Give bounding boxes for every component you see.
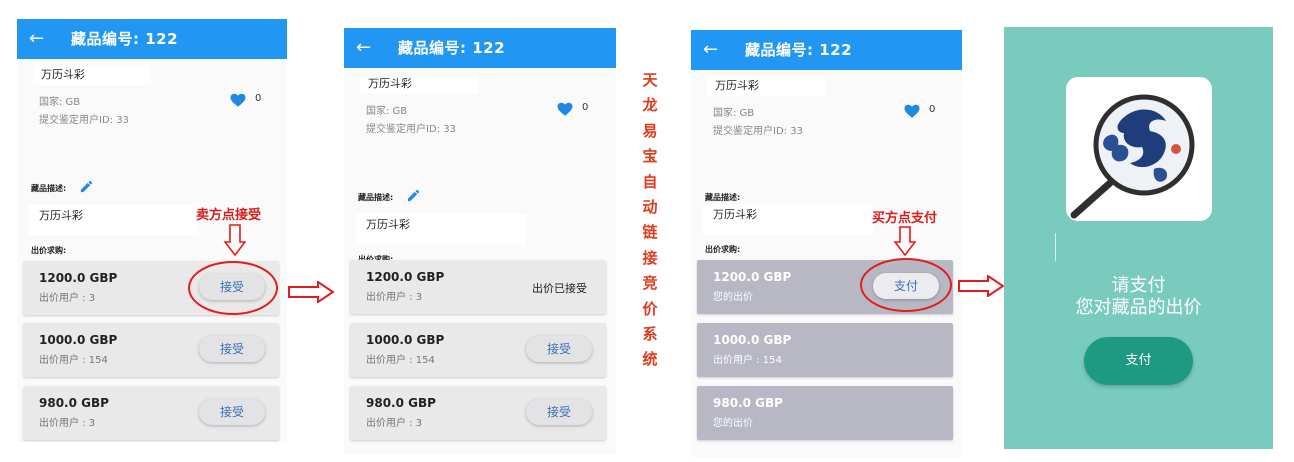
item-country: 国家: GB xyxy=(366,106,408,117)
accept-button[interactable]: 接受 xyxy=(526,399,592,425)
offer-row: 980.0 GBP 您的出价 xyxy=(697,386,953,440)
item-name: 万历斗彩 xyxy=(360,74,478,94)
offer-row: 1000.0 GBP 出价用户 : 154 xyxy=(697,323,953,377)
item-submitter: 提交鉴定用户ID: 33 xyxy=(366,124,456,135)
accept-button[interactable]: 接受 xyxy=(199,399,265,425)
offers-label: 出价求购: xyxy=(31,246,67,255)
offer-price: 1000.0 GBP xyxy=(713,333,792,347)
offer-price: 1200.0 GBP xyxy=(39,271,118,285)
screen-payment: 请支付 您对藏品的出价 支付 xyxy=(1004,27,1273,449)
offer-user: 出价用户 : 3 xyxy=(366,418,423,429)
offer-user: 出价用户 : 3 xyxy=(366,292,423,303)
magnifier-dragon-logo xyxy=(1070,94,1195,219)
offer-user: 您的出价 xyxy=(713,418,753,429)
offer-price: 1200.0 GBP xyxy=(366,270,445,284)
item-country: 国家: GB xyxy=(713,108,755,119)
edit-pencil-icon[interactable] xyxy=(406,188,421,203)
heart-icon[interactable] xyxy=(903,102,921,120)
screen-buyer-pay: ← 藏品编号: 122 万历斗彩 国家: GB 提交鉴定用户ID: 33 0 藏… xyxy=(691,30,962,457)
pay-button[interactable]: 支付 xyxy=(1084,337,1193,385)
like-count: 0 xyxy=(255,93,262,104)
highlight-circle xyxy=(860,258,952,312)
offer-user: 出价用户 : 154 xyxy=(366,355,435,366)
heart-icon[interactable] xyxy=(229,91,247,109)
back-arrow-icon[interactable]: ← xyxy=(29,27,44,51)
payment-prompt-line2: 您对藏品的出价 xyxy=(1075,297,1202,318)
offer-row: 1000.0 GBP 出价用户 : 154 接受 xyxy=(350,323,606,377)
like-count: 0 xyxy=(929,104,936,115)
buyer-pay-note: 买方点支付 xyxy=(872,211,938,226)
offer-price: 1000.0 GBP xyxy=(39,333,118,347)
offer-accepted-status: 出价已接受 xyxy=(532,282,587,295)
offers-label: 出价求购: xyxy=(705,245,741,254)
app-bar: ← 藏品编号: 122 xyxy=(344,28,616,68)
description-label: 藏品描述: xyxy=(31,184,67,193)
page-title: 藏品编号: 122 xyxy=(71,30,179,48)
description-text: 万历斗彩 xyxy=(356,214,526,244)
seller-accept-note: 卖方点接受 xyxy=(196,208,262,223)
offer-row: 980.0 GBP 出价用户 : 3 接受 xyxy=(23,386,279,440)
offer-user: 出价用户 : 3 xyxy=(39,418,96,429)
item-details: 万历斗彩 国家: GB 提交鉴定用户ID: 33 0 藏品描述: 万历斗彩 出价… xyxy=(17,59,287,442)
item-submitter: 提交鉴定用户ID: 33 xyxy=(713,126,803,137)
offer-price: 980.0 GBP xyxy=(713,396,783,410)
item-name: 万历斗彩 xyxy=(33,65,151,85)
vertical-caption-text: 天龙易宝自动链接竞价系统 xyxy=(642,71,658,369)
back-arrow-icon[interactable]: ← xyxy=(356,36,371,60)
description-text: 万历斗彩 xyxy=(29,205,199,235)
offer-price: 1200.0 GBP xyxy=(713,270,792,284)
accept-button[interactable]: 接受 xyxy=(199,336,265,362)
screen-offer-accepted: ← 藏品编号: 122 万历斗彩 国家: GB 提交鉴定用户ID: 33 0 藏… xyxy=(344,28,616,455)
vertical-caption: 天龙易宝自动链接竞价系统 xyxy=(640,68,660,373)
heart-icon[interactable] xyxy=(556,100,574,118)
right-arrow-icon xyxy=(958,275,1004,297)
offer-price: 1000.0 GBP xyxy=(366,333,445,347)
item-details: 万历斗彩 国家: GB 提交鉴定用户ID: 33 0 藏品描述: 万历斗彩 出价… xyxy=(344,68,616,455)
right-arrow-icon xyxy=(288,281,334,303)
highlight-circle xyxy=(188,261,278,315)
offer-user: 出价用户 : 3 xyxy=(39,293,96,304)
input-caret-line xyxy=(1055,233,1056,261)
back-arrow-icon[interactable]: ← xyxy=(703,38,718,62)
like-count: 0 xyxy=(582,102,589,113)
app-bar: ← 藏品编号: 122 xyxy=(691,30,962,70)
down-arrow-icon xyxy=(894,226,916,256)
page-title: 藏品编号: 122 xyxy=(398,39,506,57)
item-name: 万历斗彩 xyxy=(707,76,825,96)
app-bar: ← 藏品编号: 122 xyxy=(17,19,287,59)
description-text: 万历斗彩 xyxy=(703,204,873,234)
screen-seller-accept: ← 藏品编号: 122 万历斗彩 国家: GB 提交鉴定用户ID: 33 0 藏… xyxy=(17,19,287,442)
item-country: 国家: GB xyxy=(39,97,81,108)
page-title: 藏品编号: 122 xyxy=(745,41,853,59)
item-submitter: 提交鉴定用户ID: 33 xyxy=(39,115,129,126)
description-label: 藏品描述: xyxy=(358,193,394,202)
app-logo xyxy=(1066,77,1212,221)
offer-user: 出价用户 : 154 xyxy=(39,355,108,366)
down-arrow-icon xyxy=(224,224,246,256)
edit-pencil-icon[interactable] xyxy=(79,179,94,194)
offer-row: 1200.0 GBP 出价用户 : 3 出价已接受 xyxy=(350,260,606,314)
description-label: 藏品描述: xyxy=(705,193,741,202)
offer-row: 980.0 GBP 出价用户 : 3 接受 xyxy=(350,386,606,440)
offer-user: 您的出价 xyxy=(713,292,753,303)
offer-price: 980.0 GBP xyxy=(39,396,109,410)
accept-button[interactable]: 接受 xyxy=(526,336,592,362)
offer-row: 1000.0 GBP 出价用户 : 154 接受 xyxy=(23,323,279,377)
offer-user: 出价用户 : 154 xyxy=(713,355,782,366)
offer-price: 980.0 GBP xyxy=(366,396,436,410)
